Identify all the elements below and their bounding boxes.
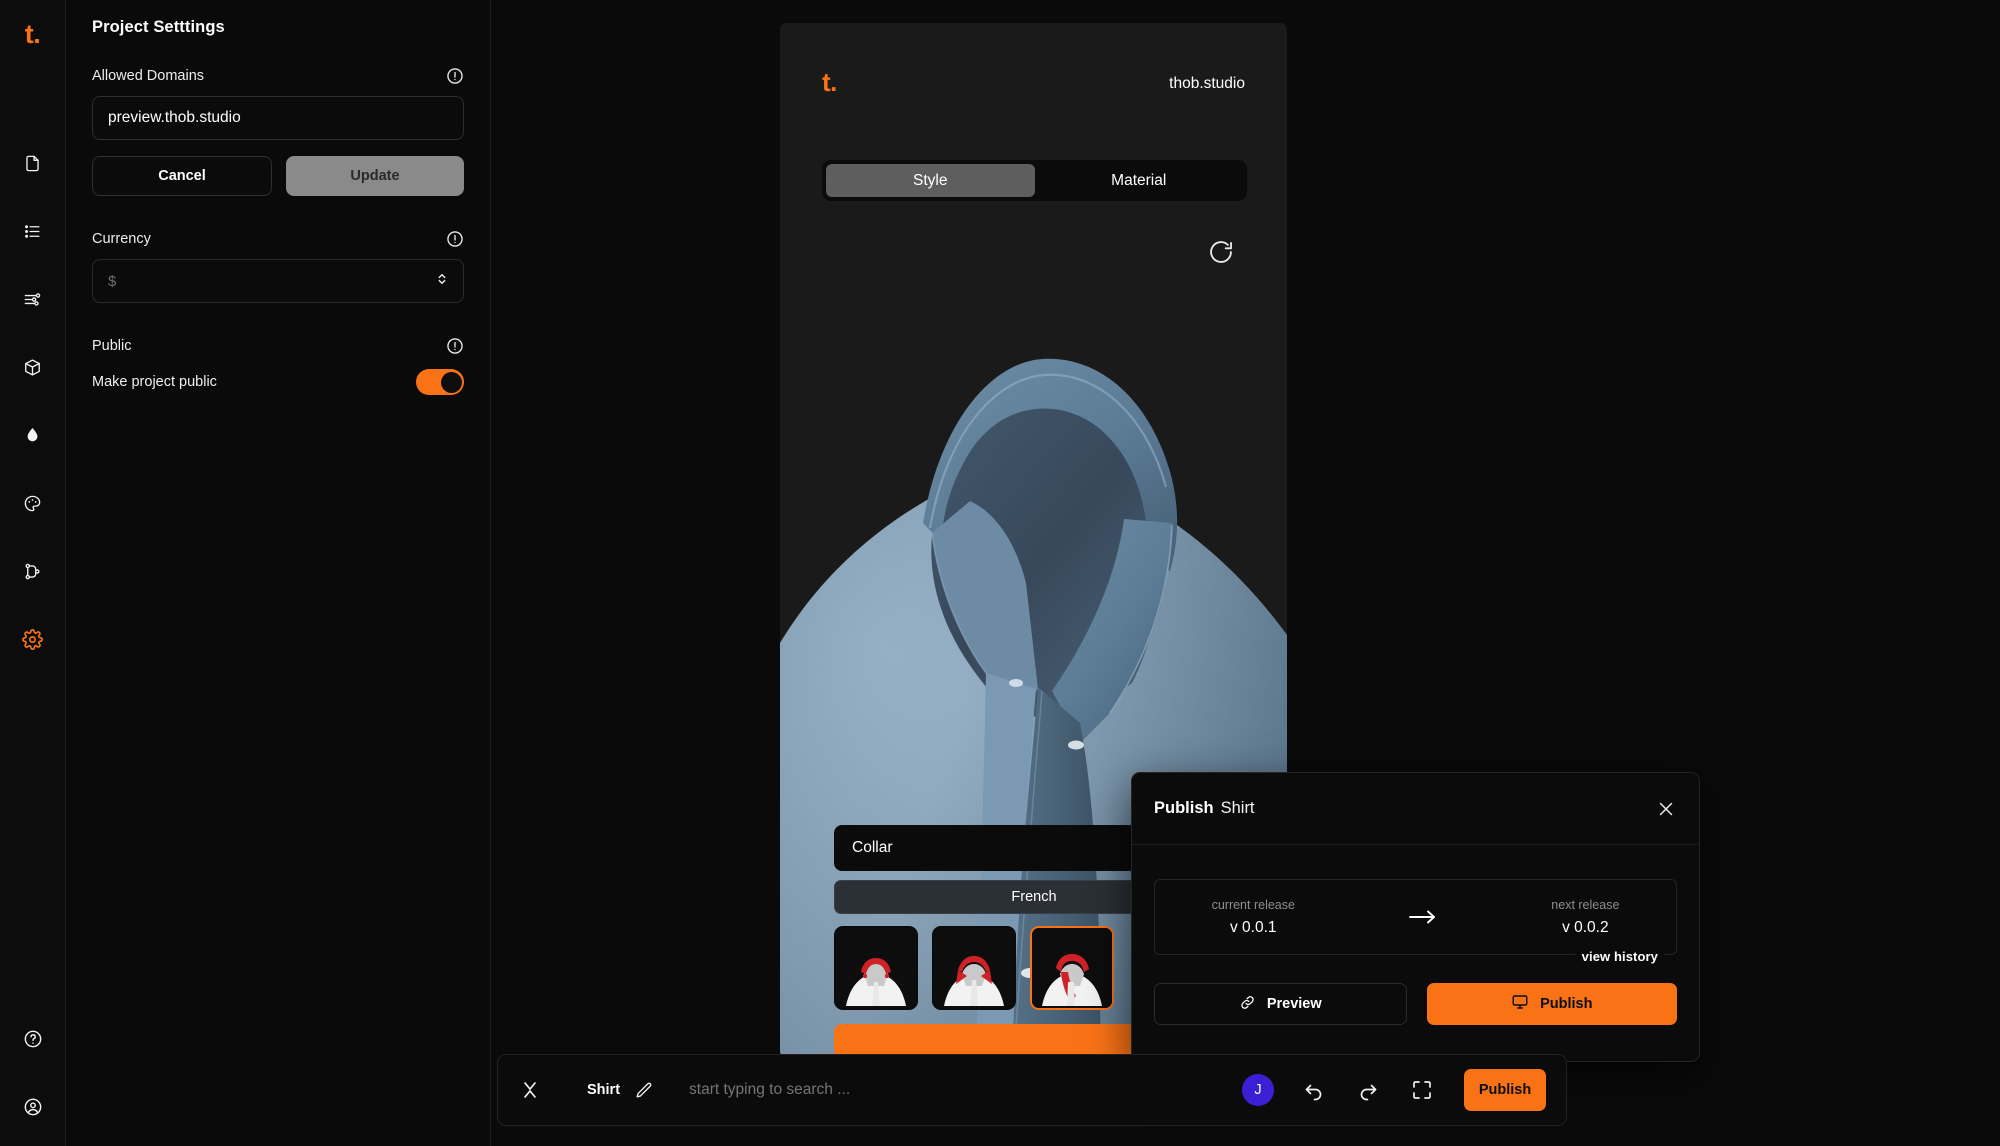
collar-thumb-band[interactable] <box>834 926 918 1010</box>
tab-material[interactable]: Material <box>1035 164 1244 197</box>
sidebar-item-list[interactable] <box>16 214 50 248</box>
publish-confirm-label: Publish <box>1540 996 1593 1012</box>
viewer-logo: t. <box>822 67 837 97</box>
list-icon <box>23 222 42 241</box>
sidebar-item-options[interactable] <box>16 282 50 316</box>
app-logo: t. <box>24 18 41 49</box>
chevron-updown-icon <box>435 271 449 292</box>
currency-label: Currency <box>92 231 151 247</box>
allowed-domains-label: Allowed Domains <box>92 68 205 84</box>
rail-items <box>16 146 50 656</box>
toggle-knob <box>440 371 462 393</box>
publish-button[interactable]: Publish <box>1464 1069 1546 1111</box>
user-circle-icon <box>23 1097 43 1117</box>
public-header: Public <box>92 337 464 355</box>
close-icon[interactable] <box>518 1078 542 1102</box>
publish-dialog-title: Publish Shirt <box>1154 799 1255 818</box>
cancel-button[interactable]: Cancel <box>92 156 272 196</box>
droplet-icon <box>23 426 42 445</box>
project-settings-panel: Project Setttings Allowed Domains Cancel… <box>66 0 491 1146</box>
current-release-value: v 0.0.1 <box>1230 918 1277 936</box>
public-label: Public <box>92 338 132 354</box>
sidebar-item-versions[interactable] <box>16 554 50 588</box>
viewer-domain: thob.studio <box>1169 75 1245 92</box>
view-history-link[interactable]: view history <box>1574 949 1665 964</box>
currency-value: $ <box>108 272 117 290</box>
publish-confirm-button[interactable]: Publish <box>1426 983 1677 1025</box>
next-release: next release v 0.0.2 <box>1551 898 1619 937</box>
app-root: t. Project Setttings Allowed Domains pre… <box>0 0 2000 1146</box>
sidebar-item-settings[interactable] <box>16 622 50 656</box>
sidebar-item-help[interactable] <box>16 1022 50 1056</box>
publish-dialog: Publish Shirt current release v 0.0.1 nex… <box>1131 772 1700 1062</box>
sidebar-item-document[interactable] <box>16 146 50 180</box>
collar-thumb-spread[interactable] <box>932 926 1016 1010</box>
publish-dialog-header: Publish Shirt <box>1132 773 1699 845</box>
info-icon[interactable] <box>446 67 464 85</box>
make-public-label: Make project public <box>92 374 217 390</box>
publish-dialog-actions: Preview Publish <box>1132 955 1699 1025</box>
page-title: Project Setttings <box>92 18 225 36</box>
current-release: current release v 0.0.1 <box>1212 898 1295 937</box>
help-circle-icon <box>23 1029 43 1049</box>
info-icon[interactable] <box>446 230 464 248</box>
branch-icon <box>23 562 42 581</box>
palette-icon <box>23 494 42 513</box>
update-button[interactable]: Update <box>286 156 464 196</box>
command-bar: Shirt J Publish <box>497 1054 1567 1126</box>
info-icon[interactable] <box>446 337 464 355</box>
package-icon <box>23 358 42 377</box>
sidebar-item-account[interactable] <box>16 1090 50 1124</box>
publish-dialog-title-main: Publish <box>1154 799 1214 817</box>
viewer-header: t. thob.studio <box>780 23 1287 95</box>
fullscreen-icon[interactable] <box>1410 1078 1434 1102</box>
style-material-tabs: Style Material <box>822 160 1247 201</box>
avatar[interactable]: J <box>1242 1074 1274 1106</box>
preview-button[interactable]: Preview <box>1154 983 1407 1025</box>
document-icon <box>23 154 42 173</box>
sliders-icon <box>23 290 42 309</box>
monitor-icon <box>1511 993 1529 1015</box>
gear-icon <box>22 628 43 650</box>
search-input[interactable] <box>689 1081 1242 1099</box>
currency-select[interactable]: $ <box>92 259 464 303</box>
current-release-label: current release <box>1211 897 1295 912</box>
rail-bottom-items <box>0 1022 66 1124</box>
redo-icon[interactable] <box>1356 1078 1380 1102</box>
arrow-right-icon <box>1408 909 1438 925</box>
icon-rail: t. <box>0 0 66 1146</box>
make-public-row: Make project public <box>92 369 464 395</box>
document-name: Shirt <box>587 1082 621 1098</box>
sidebar-item-models[interactable] <box>16 350 50 384</box>
sidebar-item-colors[interactable] <box>16 418 50 452</box>
undo-icon[interactable] <box>1302 1078 1326 1102</box>
domain-actions: Cancel Update <box>92 156 464 196</box>
tab-style[interactable]: Style <box>826 164 1035 197</box>
make-public-toggle[interactable] <box>416 369 464 395</box>
next-release-value: v 0.0.2 <box>1562 918 1609 936</box>
next-release-label: next release <box>1551 897 1620 912</box>
close-icon[interactable] <box>1655 798 1677 820</box>
refresh-icon[interactable] <box>1207 238 1235 266</box>
link-icon <box>1239 994 1256 1015</box>
sidebar-item-materials[interactable] <box>16 486 50 520</box>
collar-thumb-french[interactable] <box>1030 926 1114 1010</box>
allowed-domains-header: Allowed Domains <box>92 67 464 85</box>
allowed-domains-input[interactable] <box>92 96 464 140</box>
publish-dialog-subject: Shirt <box>1220 799 1255 817</box>
preview-button-label: Preview <box>1266 996 1322 1012</box>
pencil-icon[interactable] <box>634 1081 653 1100</box>
release-comparison: current release v 0.0.1 next release v 0… <box>1154 879 1677 964</box>
currency-header: Currency <box>92 230 464 248</box>
